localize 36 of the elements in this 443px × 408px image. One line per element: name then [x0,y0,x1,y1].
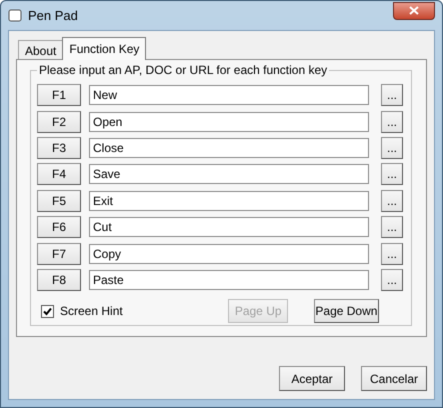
function-key-button[interactable]: F6 [37,216,81,238]
input-field[interactable]: Close [89,138,369,158]
dialog-button[interactable]: Cancelar [361,366,427,391]
browse-button[interactable]: ... [381,190,403,212]
function-key-button[interactable]: F7 [37,242,81,265]
dialog-button[interactable]: Aceptar [279,366,345,391]
browse-button[interactable]: ... [381,268,403,291]
function-key-button[interactable]: F3 [37,136,81,159]
window-icon [8,8,22,22]
close-button[interactable] [393,2,435,20]
tab[interactable]: About [18,40,64,59]
function-key-button[interactable]: F4 [37,163,81,186]
input-field[interactable]: Copy [89,244,369,264]
input-field[interactable]: Cut [89,217,369,238]
window-title: Pen Pad [28,8,78,23]
browse-button[interactable]: ... [381,136,403,159]
function-key-button[interactable]: F5 [37,190,81,212]
input-field[interactable]: Exit [89,190,369,211]
input-field[interactable]: New [89,85,369,106]
browse-button[interactable]: ... [381,242,403,265]
function-key-button[interactable]: F1 [37,84,81,106]
function-key-button[interactable]: F2 [37,110,81,133]
input-field[interactable]: Open [89,112,369,132]
function-key-button[interactable]: F8 [37,268,81,291]
browse-button[interactable]: ... [381,84,403,106]
tab[interactable]: Function Key [62,37,146,60]
browse-button[interactable]: ... [381,216,403,238]
page-button[interactable]: Page Down [314,299,379,324]
browse-button[interactable]: ... [381,163,403,186]
group-label: Please input an AP, DOC or URL for each function key [37,63,330,77]
input-field[interactable]: Paste [89,270,369,290]
close-icon [409,6,419,15]
checkbox[interactable] [41,304,54,318]
input-field[interactable]: Save [89,164,369,184]
browse-button[interactable]: ... [381,110,403,133]
checkbox-label: Screen Hint [60,304,123,318]
